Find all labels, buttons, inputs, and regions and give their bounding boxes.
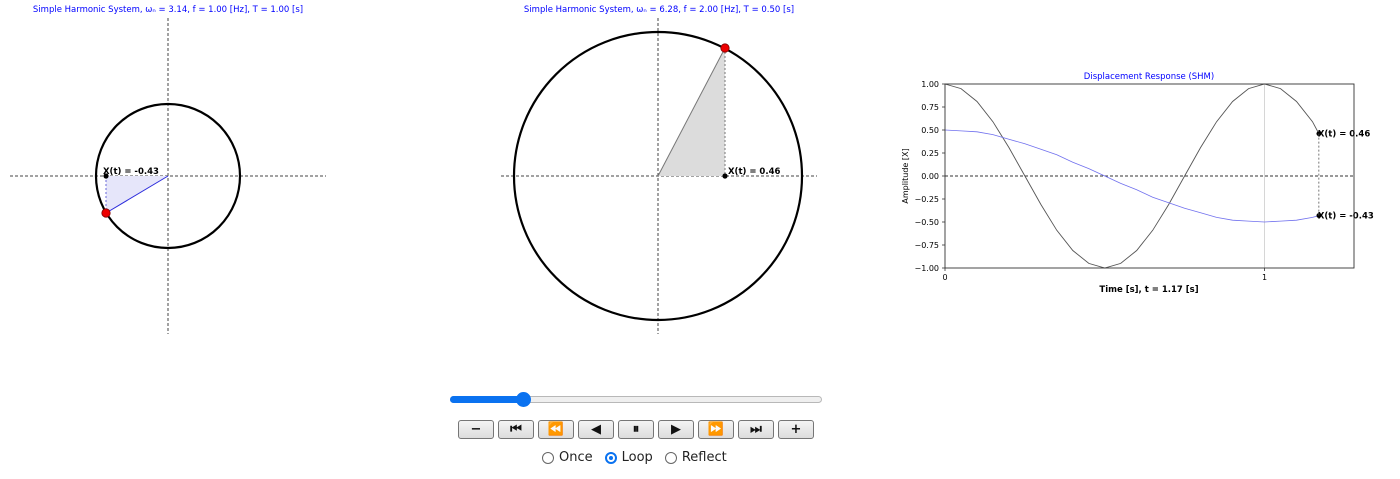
- x-tick-label: 0: [942, 273, 947, 282]
- radio-dot[interactable]: [542, 451, 554, 464]
- y-tick-label: −1.00: [914, 264, 939, 273]
- y-axis-label: Amplitude [X]: [901, 148, 910, 203]
- loop-mode-group: Once Loop Reflect: [542, 450, 739, 465]
- last-frame-icon: ⏭: [750, 422, 762, 437]
- radio-label: Loop: [621, 450, 653, 465]
- series-end-label-1: X(t) = 0.46: [1318, 130, 1370, 140]
- y-tick-label: 0.50: [921, 126, 939, 135]
- middle-projection-point: [722, 173, 728, 179]
- pause-icon: ⏸: [632, 422, 640, 437]
- play-button[interactable]: ▶: [658, 420, 694, 439]
- left-rotating-point: [101, 208, 111, 218]
- play-reverse-button[interactable]: ◀: [578, 420, 614, 439]
- x-axis-label: Time [s], t = 1.17 [s]: [1099, 285, 1198, 295]
- y-ticks: 1.00 0.75 0.50 0.25 0.00 −0.25 −0.50 −0.75 −1.00: [914, 80, 945, 273]
- series-end-label-2: X(t) = -0.43: [1318, 212, 1374, 222]
- series-group: X(t) = 0.46 X(t) = -0.43: [944, 83, 1374, 269]
- mode-once-radio[interactable]: Once: [542, 450, 593, 465]
- middle-rotating-point: [720, 43, 730, 53]
- plus-icon: +: [790, 422, 802, 437]
- x-ticks: 01: [942, 268, 1267, 282]
- radio-dot[interactable]: [664, 451, 677, 464]
- left-displacement-label: X(t) = -0.43: [103, 167, 159, 177]
- frame-slider[interactable]: [448, 388, 824, 412]
- middle-panel-title: Simple Harmonic System, ωₙ = 6.28, f = 2…: [524, 5, 794, 15]
- y-tick-label: 0.75: [921, 103, 939, 112]
- slower-button[interactable]: −: [458, 420, 494, 439]
- left-phasor-panel: Simple Harmonic System, ωₙ = 3.14, f = 1…: [10, 5, 326, 334]
- chart-title: Displacement Response (SHM): [1084, 72, 1214, 82]
- play-icon: ▶: [671, 422, 681, 437]
- pause-button[interactable]: ⏸: [618, 420, 654, 439]
- radio-dot[interactable]: [604, 451, 617, 464]
- y-tick-label: 0.25: [921, 149, 939, 158]
- last-frame-button[interactable]: ⏭: [738, 420, 774, 439]
- step-back-button[interactable]: ⏪: [538, 420, 574, 439]
- mode-loop-radio[interactable]: Loop: [604, 450, 653, 465]
- y-tick-label: −0.50: [914, 218, 939, 227]
- displacement-chart: Displacement Response (SHM) 1.00 0.75 0.50…: [901, 72, 1374, 295]
- y-tick-label: 0.00: [921, 172, 939, 181]
- step-forward-button[interactable]: ⏩: [698, 420, 734, 439]
- y-tick-label: −0.25: [914, 195, 939, 204]
- step-back-icon: ⏪: [547, 422, 565, 437]
- first-frame-icon: ⏮: [510, 422, 522, 437]
- mode-reflect-radio[interactable]: Reflect: [664, 450, 727, 465]
- play-reverse-icon: ◀: [591, 422, 601, 437]
- step-forward-icon: ⏩: [707, 422, 725, 437]
- first-frame-button[interactable]: ⏮: [498, 420, 534, 439]
- animation-controls: − ⏮ ⏪ ◀ ⏸ ▶ ⏩ ⏭ + Once Loop Reflect: [448, 388, 824, 465]
- radio-label: Reflect: [681, 450, 727, 465]
- y-tick-label: −0.75: [914, 241, 939, 250]
- x-tick-label: 1: [1262, 273, 1267, 282]
- slider-thumb[interactable]: [516, 392, 532, 407]
- radio-label: Once: [559, 450, 593, 465]
- faster-button[interactable]: +: [778, 420, 814, 439]
- y-tick-label: 1.00: [921, 80, 939, 89]
- middle-displacement-label: X(t) = 0.46: [728, 167, 780, 177]
- minus-icon: −: [470, 422, 482, 437]
- slider-fill: [450, 396, 525, 403]
- left-panel-title: Simple Harmonic System, ωₙ = 3.14, f = 1…: [33, 5, 303, 15]
- playback-buttons: − ⏮ ⏪ ◀ ⏸ ▶ ⏩ ⏭ +: [458, 420, 814, 439]
- middle-phasor-panel: Simple Harmonic System, ωₙ = 6.28, f = 2…: [501, 5, 817, 334]
